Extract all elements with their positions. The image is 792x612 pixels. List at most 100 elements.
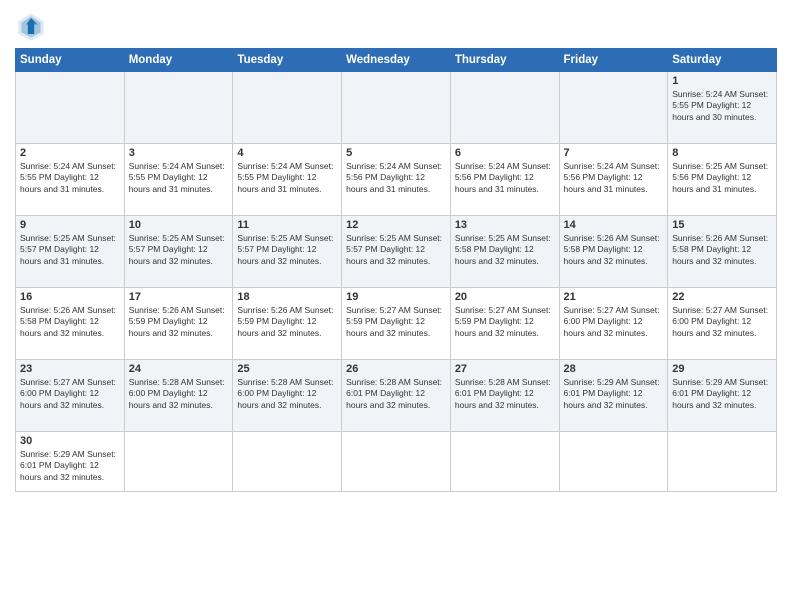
day-cell: 10 Sunrise: 5:25 AM Sunset: 5:57 PM Dayli… (124, 216, 233, 288)
day-number: 1 (672, 75, 772, 87)
day-number: 8 (672, 147, 772, 159)
day-info: Sunrise: 5:26 AM Sunset: 5:59 PM Dayligh… (129, 305, 229, 339)
day-number: 29 (672, 363, 772, 375)
day-number: 17 (129, 291, 229, 303)
week-row-6: 30 Sunrise: 5:29 AM Sunset: 6:01 PM Dayli… (16, 432, 777, 492)
day-cell: 26Sunrise: 5:28 AM Sunset: 6:01 PM Dayli… (342, 360, 451, 432)
day-cell: 2 Sunrise: 5:24 AM Sunset: 5:55 PM Daylig… (16, 144, 125, 216)
day-cell: 18 Sunrise: 5:26 AM Sunset: 5:59 PM Dayli… (233, 288, 342, 360)
day-number: 30 (20, 435, 120, 447)
day-cell: 3 Sunrise: 5:24 AM Sunset: 5:55 PM Daylig… (124, 144, 233, 216)
col-header-sunday: Sunday (16, 49, 125, 72)
day-cell (124, 432, 233, 492)
day-cell (342, 432, 451, 492)
day-info: Sunrise: 5:26 AM Sunset: 5:58 PM Dayligh… (20, 305, 120, 339)
col-header-saturday: Saturday (668, 49, 777, 72)
day-number: 23 (20, 363, 120, 375)
day-info: Sunrise: 5:24 AM Sunset: 5:56 PM Dayligh… (564, 161, 664, 195)
day-cell: 20 Sunrise: 5:27 AM Sunset: 5:59 PM Dayli… (450, 288, 559, 360)
day-info: Sunrise: 5:25 AM Sunset: 5:57 PM Dayligh… (20, 233, 120, 267)
day-number: 11 (237, 219, 337, 231)
day-number: 7 (564, 147, 664, 159)
day-info: Sunrise: 5:27 AM Sunset: 6:00 PM Dayligh… (20, 377, 120, 411)
day-cell (124, 72, 233, 144)
day-cell: 27Sunrise: 5:28 AM Sunset: 6:01 PM Dayli… (450, 360, 559, 432)
day-info: Sunrise: 5:24 AM Sunset: 5:55 PM Dayligh… (129, 161, 229, 195)
day-cell (450, 72, 559, 144)
col-header-friday: Friday (559, 49, 668, 72)
day-number: 3 (129, 147, 229, 159)
day-info: Sunrise: 5:28 AM Sunset: 6:00 PM Dayligh… (237, 377, 337, 411)
day-cell: 30 Sunrise: 5:29 AM Sunset: 6:01 PM Dayli… (16, 432, 125, 492)
week-row-5: 23 Sunrise: 5:27 AM Sunset: 6:00 PM Dayli… (16, 360, 777, 432)
day-cell: 13Sunrise: 5:25 AM Sunset: 5:58 PM Dayli… (450, 216, 559, 288)
header-row: SundayMondayTuesdayWednesdayThursdayFrid… (16, 49, 777, 72)
day-cell (233, 432, 342, 492)
day-number: 21 (564, 291, 664, 303)
day-cell: 17 Sunrise: 5:26 AM Sunset: 5:59 PM Dayli… (124, 288, 233, 360)
day-info: Sunrise: 5:24 AM Sunset: 5:55 PM Dayligh… (20, 161, 120, 195)
week-row-1: 1 Sunrise: 5:24 AM Sunset: 5:55 PM Daylig… (16, 72, 777, 144)
day-number: 5 (346, 147, 446, 159)
day-cell (559, 72, 668, 144)
day-info: Sunrise: 5:25 AM Sunset: 5:57 PM Dayligh… (129, 233, 229, 267)
day-cell: 23 Sunrise: 5:27 AM Sunset: 6:00 PM Dayli… (16, 360, 125, 432)
generalblue-icon (15, 10, 47, 42)
day-info: Sunrise: 5:27 AM Sunset: 5:59 PM Dayligh… (455, 305, 555, 339)
day-info: Sunrise: 5:25 AM Sunset: 5:57 PM Dayligh… (346, 233, 446, 267)
logo (15, 10, 51, 42)
day-cell: 5 Sunrise: 5:24 AM Sunset: 5:56 PM Daylig… (342, 144, 451, 216)
day-number: 25 (237, 363, 337, 375)
header (15, 10, 777, 42)
week-row-3: 9 Sunrise: 5:25 AM Sunset: 5:57 PM Daylig… (16, 216, 777, 288)
day-info: Sunrise: 5:24 AM Sunset: 5:56 PM Dayligh… (346, 161, 446, 195)
day-cell: 12Sunrise: 5:25 AM Sunset: 5:57 PM Dayli… (342, 216, 451, 288)
day-info: Sunrise: 5:24 AM Sunset: 5:55 PM Dayligh… (237, 161, 337, 195)
day-info: Sunrise: 5:27 AM Sunset: 6:00 PM Dayligh… (672, 305, 772, 339)
day-cell (233, 72, 342, 144)
day-cell: 1 Sunrise: 5:24 AM Sunset: 5:55 PM Daylig… (668, 72, 777, 144)
day-cell: 8 Sunrise: 5:25 AM Sunset: 5:56 PM Daylig… (668, 144, 777, 216)
day-info: Sunrise: 5:24 AM Sunset: 5:56 PM Dayligh… (455, 161, 555, 195)
day-info: Sunrise: 5:29 AM Sunset: 6:01 PM Dayligh… (20, 449, 120, 483)
day-cell: 11Sunrise: 5:25 AM Sunset: 5:57 PM Dayli… (233, 216, 342, 288)
day-cell: 9 Sunrise: 5:25 AM Sunset: 5:57 PM Daylig… (16, 216, 125, 288)
day-cell: 21Sunrise: 5:27 AM Sunset: 6:00 PM Dayli… (559, 288, 668, 360)
col-header-thursday: Thursday (450, 49, 559, 72)
day-cell: 25 Sunrise: 5:28 AM Sunset: 6:00 PM Dayli… (233, 360, 342, 432)
day-number: 22 (672, 291, 772, 303)
day-number: 19 (346, 291, 446, 303)
day-number: 6 (455, 147, 555, 159)
day-number: 4 (237, 147, 337, 159)
day-number: 14 (564, 219, 664, 231)
day-info: Sunrise: 5:26 AM Sunset: 5:59 PM Dayligh… (237, 305, 337, 339)
day-cell: 22 Sunrise: 5:27 AM Sunset: 6:00 PM Dayli… (668, 288, 777, 360)
day-cell: 14 Sunrise: 5:26 AM Sunset: 5:58 PM Dayli… (559, 216, 668, 288)
day-number: 26 (346, 363, 446, 375)
day-cell (450, 432, 559, 492)
day-number: 20 (455, 291, 555, 303)
day-number: 9 (20, 219, 120, 231)
day-info: Sunrise: 5:28 AM Sunset: 6:00 PM Dayligh… (129, 377, 229, 411)
day-info: Sunrise: 5:29 AM Sunset: 6:01 PM Dayligh… (672, 377, 772, 411)
day-info: Sunrise: 5:25 AM Sunset: 5:56 PM Dayligh… (672, 161, 772, 195)
day-info: Sunrise: 5:29 AM Sunset: 6:01 PM Dayligh… (564, 377, 664, 411)
col-header-wednesday: Wednesday (342, 49, 451, 72)
day-number: 24 (129, 363, 229, 375)
day-cell (668, 432, 777, 492)
page: SundayMondayTuesdayWednesdayThursdayFrid… (0, 0, 792, 502)
day-number: 13 (455, 219, 555, 231)
day-info: Sunrise: 5:24 AM Sunset: 5:55 PM Dayligh… (672, 89, 772, 123)
col-header-monday: Monday (124, 49, 233, 72)
day-number: 16 (20, 291, 120, 303)
day-cell: 16 Sunrise: 5:26 AM Sunset: 5:58 PM Dayli… (16, 288, 125, 360)
day-number: 2 (20, 147, 120, 159)
day-info: Sunrise: 5:28 AM Sunset: 6:01 PM Dayligh… (455, 377, 555, 411)
day-cell: 15Sunrise: 5:26 AM Sunset: 5:58 PM Dayli… (668, 216, 777, 288)
day-number: 28 (564, 363, 664, 375)
day-number: 18 (237, 291, 337, 303)
week-row-4: 16 Sunrise: 5:26 AM Sunset: 5:58 PM Dayli… (16, 288, 777, 360)
day-info: Sunrise: 5:26 AM Sunset: 5:58 PM Dayligh… (564, 233, 664, 267)
day-cell: 7 Sunrise: 5:24 AM Sunset: 5:56 PM Daylig… (559, 144, 668, 216)
day-number: 10 (129, 219, 229, 231)
